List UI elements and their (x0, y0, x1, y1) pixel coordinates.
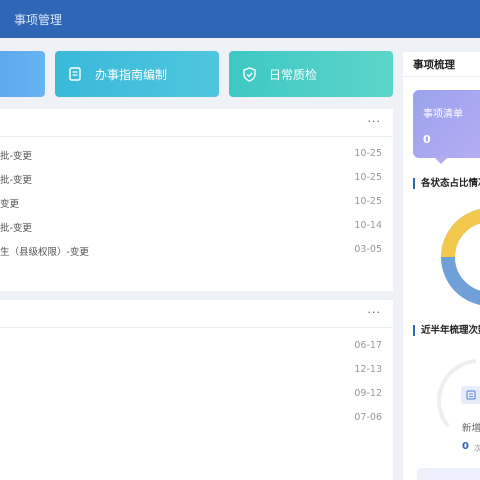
list-item-date: 03-05 (354, 244, 382, 255)
shield-check-icon (241, 66, 257, 82)
divider (0, 136, 393, 137)
new-count-label: 新增 (462, 423, 480, 434)
list-item-date: 10-25 (354, 196, 382, 207)
list-item-date: 06-17 (354, 340, 382, 351)
recent-review-panel: ··· 06-17 12-13 09-12 07-06 (0, 300, 393, 480)
quick-card-partial[interactable] (0, 51, 45, 97)
stat-label: 事项清单 (423, 109, 463, 120)
quick-card-daily-qc[interactable]: 日常质检 (229, 51, 393, 97)
list-item-title: 批-变更 (0, 151, 32, 162)
more-button[interactable]: ··· (368, 115, 382, 128)
list-item-title: 批-变更 (0, 223, 32, 234)
half-year-count-heading: 近半年梳理次数 (413, 325, 480, 336)
recent-changes-panel: ··· 批-变更 10-25 批-变更 10-25 变更 10-25 批-变更 … (0, 109, 393, 291)
divider (0, 327, 393, 328)
item-list-stat-card[interactable]: 事项清单 0 (413, 90, 480, 158)
sidebar-bottom-card (417, 468, 480, 480)
list-item[interactable]: 06-17 (0, 336, 393, 358)
list-item-date: 10-25 (354, 172, 382, 183)
list-item[interactable]: 07-06 (0, 408, 393, 430)
list-item-title: 变更 (0, 199, 20, 210)
item-sorting-sidebar: 事项梳理 事项清单 0 各状态占比情况 近半年梳理次数 新增 0 次 (403, 52, 480, 480)
more-button[interactable]: ··· (368, 306, 382, 319)
list-item-date: 10-25 (354, 148, 382, 159)
stats-icon (461, 386, 480, 404)
list-item-title: 批-变更 (0, 175, 32, 186)
status-ratio-heading: 各状态占比情况 (413, 178, 480, 189)
list-item[interactable]: 12-13 (0, 360, 393, 382)
list-item[interactable]: 批-变更 10-25 (0, 168, 393, 190)
list-item[interactable]: 变更 10-25 (0, 192, 393, 214)
list-item-title: 生（县级权限）-变更 (0, 247, 89, 258)
quick-card-label: 办事指南编制 (95, 67, 168, 82)
quick-card-label: 日常质检 (269, 67, 318, 82)
top-bar: 事项管理 (0, 0, 480, 38)
list-item-date: 12-13 (354, 364, 382, 375)
list-item-date: 07-06 (354, 412, 382, 423)
list-item[interactable]: 批-变更 10-14 (0, 216, 393, 238)
quick-card-guide-compile[interactable]: 办事指南编制 (55, 51, 219, 97)
divider (403, 76, 480, 77)
list-item[interactable]: 09-12 (0, 384, 393, 406)
list-item-date: 10-14 (354, 220, 382, 231)
new-count-unit: 次 (474, 444, 480, 453)
list-item[interactable]: 生（县级权限）-变更 03-05 (0, 240, 393, 262)
list-item-date: 09-12 (354, 388, 382, 399)
status-donut-chart (441, 208, 480, 306)
stat-card-pointer (433, 156, 449, 164)
stat-value: 0 (423, 133, 431, 146)
document-icon (67, 66, 83, 82)
new-count-value: 0 (462, 441, 469, 452)
page-title: 事项管理 (14, 13, 63, 27)
list-item[interactable]: 批-变更 10-25 (0, 144, 393, 166)
sidebar-title: 事项梳理 (413, 59, 455, 71)
